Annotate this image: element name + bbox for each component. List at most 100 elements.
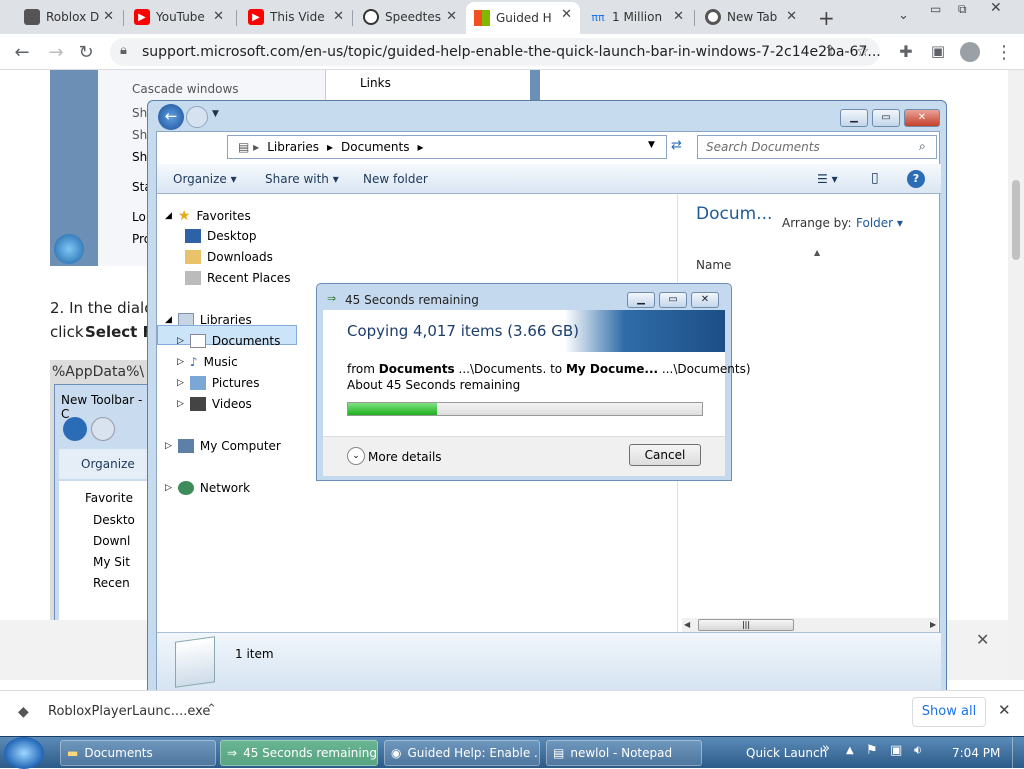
tab-new-tab[interactable]: New Tab ✕: [697, 4, 805, 30]
tray-arrow-icon[interactable]: ▲: [846, 745, 854, 756]
nav-documents[interactable]: ▷ Documents: [177, 334, 280, 348]
help-icon[interactable]: ?: [907, 170, 925, 188]
arrange-by-dropdown[interactable]: Folder ▾: [856, 216, 903, 230]
recent-places-icon: [185, 271, 201, 285]
dialog-minimize-button[interactable]: ▁: [627, 292, 655, 308]
address-dropdown-icon[interactable]: ▼: [648, 140, 655, 150]
back-icon[interactable]: ←: [12, 42, 32, 63]
taskbar-copy-progress[interactable]: ⇒ 45 Seconds remaining: [220, 740, 378, 766]
volume-icon[interactable]: 🔉︎: [914, 743, 922, 758]
notepad-icon: ▤: [553, 746, 565, 760]
roblox-icon: [24, 9, 40, 25]
minimize-browser-icon[interactable]: ▭: [930, 2, 941, 16]
browser-tab-strip: Roblox D ✕ ▶ YouTube ✕ ▶ This Vide ✕ Spe…: [0, 0, 1024, 34]
dialog-footer: ⌄ More details Cancel: [323, 436, 725, 476]
column-header-name[interactable]: Name: [696, 258, 731, 272]
organize-button[interactable]: Organize ▾: [173, 172, 237, 186]
close-tab-icon[interactable]: ✕: [333, 9, 344, 24]
close-banner-icon[interactable]: ✕: [976, 630, 989, 649]
cancel-button[interactable]: Cancel: [629, 444, 701, 466]
music-note-icon: ♪: [189, 355, 198, 369]
show-all-button[interactable]: Show all: [912, 697, 986, 727]
view-options-icon[interactable]: ☰ ▾: [817, 172, 838, 186]
restore-browser-icon[interactable]: ⧉: [958, 2, 967, 17]
nav-favorites[interactable]: ◢ ★ Favorites: [165, 208, 251, 224]
lock-icon: 🔒︎: [120, 43, 127, 58]
nav-music[interactable]: ▷ ♪ Music: [177, 355, 238, 369]
windows-orb-icon: [54, 234, 84, 264]
taskbar: ▬ Documents ⇒ 45 Seconds remaining ◉ Guided…: [0, 736, 1024, 769]
dialog-body: from Documents ...\Documents. to My Docu…: [323, 352, 751, 436]
breadcrumb-libraries[interactable]: Libraries: [267, 140, 319, 154]
page-scrollbar[interactable]: [1008, 70, 1024, 680]
command-bar: Organize ▾ Share with ▾ New folder ☰ ▾ ▯…: [157, 164, 941, 194]
close-tab-icon[interactable]: ✕: [561, 7, 572, 22]
tab-youtube-video[interactable]: ▶ This Vide ✕: [240, 4, 352, 30]
quick-launch-chevron[interactable]: »: [822, 741, 830, 756]
chevron-down-icon[interactable]: ⌄: [347, 447, 365, 465]
nav-downloads[interactable]: Downloads: [185, 250, 273, 264]
close-tab-icon[interactable]: ✕: [213, 9, 224, 24]
preview-pane-icon[interactable]: ▯: [871, 170, 879, 186]
new-folder-button[interactable]: New folder: [363, 172, 428, 186]
nav-pictures[interactable]: ▷ Pictures: [177, 376, 259, 390]
recent-pages-dropdown[interactable]: ▼: [212, 109, 219, 119]
start-button[interactable]: [4, 737, 44, 769]
close-tab-icon[interactable]: ✕: [673, 9, 684, 24]
network-tray-icon[interactable]: ▣: [890, 743, 902, 758]
close-browser-icon[interactable]: ✕: [990, 0, 1002, 16]
nav-desktop[interactable]: Desktop: [185, 229, 257, 243]
download-item[interactable]: RobloxPlayerLaunc....exe: [48, 704, 210, 719]
taskbar-documents[interactable]: ▬ Documents: [60, 740, 216, 766]
refresh-icon[interactable]: ⇄: [671, 138, 682, 153]
breadcrumb-documents[interactable]: Documents: [341, 140, 409, 154]
tab-1-million[interactable]: ππ 1 Million ✕: [582, 4, 692, 30]
horizontal-scrollbar[interactable]: ◀ ||| ▶: [682, 618, 938, 632]
nav-videos[interactable]: ▷ Videos: [177, 397, 252, 411]
new-tab-button[interactable]: +: [818, 6, 835, 30]
address-breadcrumb[interactable]: ▤ ▸ Libraries ▸ Documents ▸ ▼: [227, 135, 667, 159]
share-icon[interactable]: ⇪: [824, 43, 836, 59]
close-tab-icon[interactable]: ✕: [103, 9, 114, 24]
taskbar-notepad[interactable]: ▤ newlol - Notepad: [546, 740, 702, 766]
more-details-button[interactable]: More details: [368, 450, 442, 464]
nav-network[interactable]: ▷ Network: [165, 481, 250, 495]
chrome-icon: [705, 9, 721, 25]
youtube-icon: ▶: [248, 9, 264, 25]
address-bar[interactable]: 🔒︎ support.microsoft.com/en-us/topic/gui…: [110, 38, 881, 66]
extensions-icon[interactable]: ✚: [896, 42, 916, 61]
close-tab-icon[interactable]: ✕: [786, 9, 797, 24]
nav-recent-places[interactable]: Recent Places: [185, 271, 290, 285]
pictures-icon: [189, 376, 206, 390]
back-arrow-icon: [63, 417, 87, 441]
quick-launch-toolbar[interactable]: Quick Launch: [746, 746, 827, 760]
close-download-bar-icon[interactable]: ✕: [998, 701, 1011, 719]
dialog-close-button[interactable]: ✕: [691, 292, 719, 308]
nav-my-computer[interactable]: ▷ My Computer: [165, 439, 281, 453]
taskbar-chrome[interactable]: ◉ Guided Help: Enable ...: [384, 740, 540, 766]
tab-youtube[interactable]: ▶ YouTube ✕: [126, 4, 232, 30]
reload-icon[interactable]: ↻: [76, 42, 96, 63]
forward-icon[interactable]: →: [46, 42, 66, 63]
clock[interactable]: 7:04 PM: [952, 746, 1000, 760]
bookmark-star-icon[interactable]: ☆: [856, 42, 869, 60]
dialog-maximize-button[interactable]: ▭: [659, 292, 687, 308]
desktop-icon: [185, 229, 201, 243]
chevron-up-icon[interactable]: ⌃: [206, 702, 217, 717]
profile-avatar-icon[interactable]: [960, 42, 980, 62]
menu-icon[interactable]: ⋮: [994, 42, 1014, 63]
browser-toolbar: ← → ↻ 🔒︎ support.microsoft.com/en-us/top…: [0, 34, 1024, 70]
close-tab-icon[interactable]: ✕: [446, 9, 457, 24]
tab-search-icon[interactable]: ⌄: [898, 8, 909, 23]
copy-source-destination: from Documents ...\Documents. to My Docu…: [347, 362, 751, 376]
search-input[interactable]: Search Documents: [697, 135, 937, 159]
side-panel-icon[interactable]: ▣: [928, 42, 948, 60]
flag-icon[interactable]: ⚑: [866, 743, 878, 758]
forward-button[interactable]: [186, 106, 208, 128]
tab-speedtest[interactable]: Speedtes ✕: [355, 4, 465, 30]
share-with-button[interactable]: Share with ▾: [265, 172, 339, 186]
show-desktop-button[interactable]: [1012, 737, 1024, 769]
back-button[interactable]: ←: [158, 104, 184, 130]
tab-roblox[interactable]: Roblox D ✕: [16, 4, 122, 30]
tab-guided-help[interactable]: Guided H ✕: [466, 2, 580, 34]
